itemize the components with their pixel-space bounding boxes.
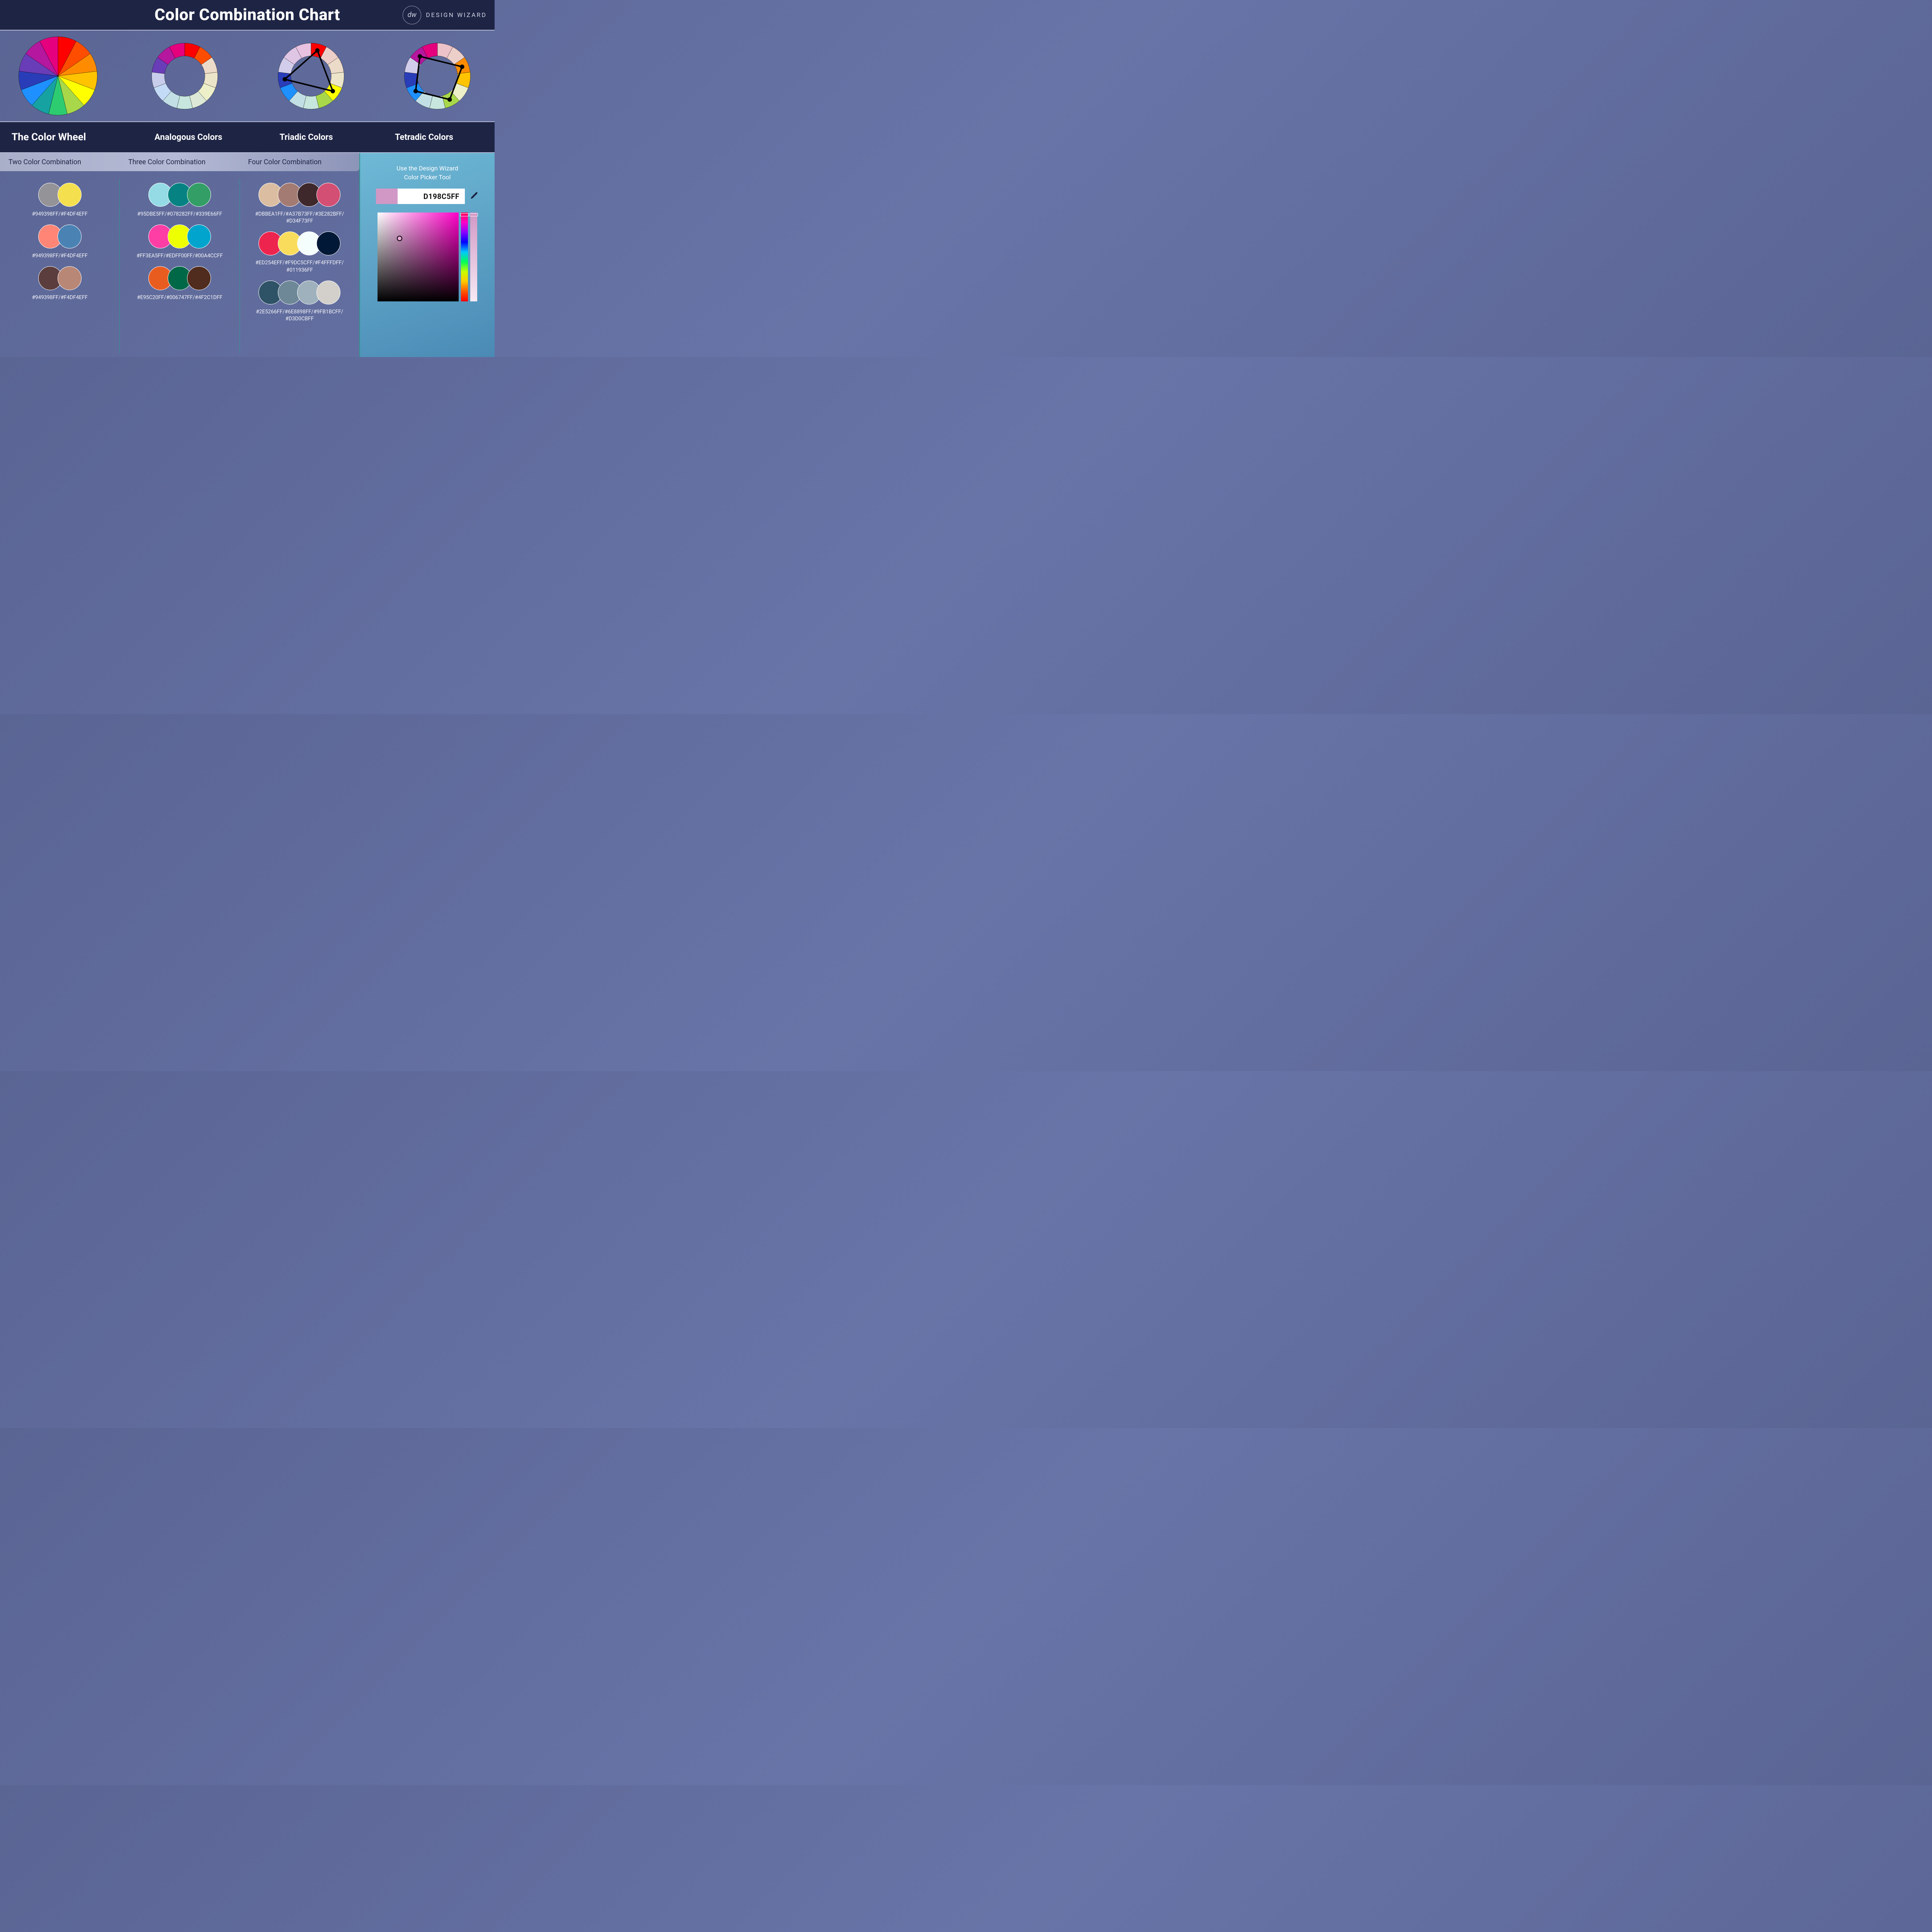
brand-logo: dw DESIGN WIZARD — [403, 6, 487, 24]
swatches — [32, 224, 88, 248]
header-bar: Color Combination Chart dw DESIGN WIZARD — [0, 0, 495, 31]
hex-label: #949398FF/#F4DF4EFF — [32, 252, 88, 259]
three-color-column: #95DBE5FF/#078282FF/#339E66FF #FF3EA5FF/#… — [120, 179, 240, 353]
tab-three-color[interactable]: Three Color Combination — [120, 158, 240, 166]
swatches — [32, 183, 88, 207]
hex-label: #949398FF/#F4DF4EFF — [32, 294, 88, 301]
color-swatch — [187, 224, 211, 248]
picker-prompt-line2: Color Picker Tool — [404, 173, 451, 181]
swatches — [32, 266, 88, 290]
combinations-panel: Two Color Combination Three Color Combin… — [0, 153, 359, 357]
swatch-group: #949398FF/#F4DF4EFF — [32, 183, 88, 218]
color-swatch — [316, 183, 340, 207]
two-color-column: #949398FF/#F4DF4EFF #949398FF/#F4DF4EFF #9… — [0, 179, 120, 353]
hex-label: #DBBEA1FF/#A37B73FF/#3E282BFF/#D34F73FF — [255, 211, 344, 224]
main-content: Two Color Combination Three Color Combin… — [0, 153, 495, 357]
picker-input[interactable]: D198C5FF — [376, 189, 465, 204]
hex-label: #FF3EA5FF/#EDFF00FF/#00A4CCFF — [136, 252, 223, 259]
hue-slider[interactable] — [461, 213, 468, 301]
swatches — [255, 183, 344, 207]
swatches — [137, 266, 222, 290]
swatches — [256, 281, 343, 304]
tab-four-color[interactable]: Four Color Combination — [240, 158, 359, 166]
color-swatch — [58, 183, 82, 207]
swatch-group: #949398FF/#F4DF4EFF — [32, 224, 88, 259]
saturation-value-box[interactable] — [378, 213, 459, 301]
analogous-wheel-icon — [148, 39, 221, 113]
color-swatch — [316, 231, 340, 255]
swatch-group: #95DBE5FF/#078282FF/#339E66FF — [137, 183, 222, 218]
color-swatch — [58, 224, 82, 248]
picker-canvas — [378, 213, 477, 301]
label-triadic: Triadic Colors — [247, 133, 365, 142]
color-swatch — [58, 266, 82, 290]
hex-label: #95DBE5FF/#078282FF/#339E66FF — [137, 211, 222, 218]
color-swatch — [187, 266, 211, 290]
swatches — [255, 231, 344, 255]
color-swatch — [316, 281, 340, 304]
tetradic-wheel — [391, 39, 483, 113]
hex-label: #2E5266FF/#6E8898FF/#9FB1BCFF/#D3D0CBFF — [256, 308, 343, 322]
brand-logo-text: DESIGN WIZARD — [426, 11, 487, 19]
swatch-group: #FF3EA5FF/#EDFF00FF/#00A4CCFF — [136, 224, 223, 259]
triadic-wheel — [265, 39, 357, 113]
label-color-wheel: The Color Wheel — [12, 131, 129, 143]
swatch-group: #2E5266FF/#6E8898FF/#9FB1BCFF/#D3D0CBFF — [256, 281, 343, 322]
hex-label: #ED254EFF/#F9DC5CFF/#F4FFFDFF/#011936FF — [255, 259, 344, 273]
combination-tabs: Two Color Combination Three Color Combin… — [0, 153, 359, 171]
eyedropper-icon[interactable] — [470, 191, 479, 202]
tab-two-color[interactable]: Two Color Combination — [0, 158, 120, 166]
picker-swatch — [376, 189, 398, 204]
swatch-group: #ED254EFF/#F9DC5CFF/#F4FFFDFF/#011936FF — [255, 231, 344, 273]
swatch-group: #DBBEA1FF/#A37B73FF/#3E282BFF/#D34F73FF — [255, 183, 344, 224]
swatches — [136, 224, 223, 248]
tint-slider[interactable] — [470, 213, 477, 301]
swatch-group: #E95C20FF/#006747FF/#4F2C1DFF — [137, 266, 222, 301]
brand-logo-circle: dw — [403, 6, 421, 24]
wheels-row — [0, 31, 495, 121]
swatch-group: #949398FF/#F4DF4EFF — [32, 266, 88, 301]
hex-label: #E95C20FF/#006747FF/#4F2C1DFF — [137, 294, 222, 301]
picker-prompt: Use the Design Wizard Color Picker Tool — [396, 164, 458, 182]
picker-hex-value: D198C5FF — [398, 192, 465, 201]
tetradic-wheel-icon — [401, 39, 474, 113]
picker-prompt-line1: Use the Design Wizard — [396, 165, 458, 172]
sv-cursor[interactable] — [397, 236, 402, 241]
color-swatch — [187, 183, 211, 207]
swatches — [137, 183, 222, 207]
four-color-column: #DBBEA1FF/#A37B73FF/#3E282BFF/#D34F73FF #… — [240, 179, 359, 353]
analogous-wheel — [139, 39, 231, 113]
color-wheel-full — [12, 34, 104, 117]
picker-input-row: D198C5FF — [369, 189, 485, 204]
color-picker-panel: Use the Design Wizard Color Picker Tool … — [359, 153, 495, 357]
combination-columns: #949398FF/#F4DF4EFF #949398FF/#F4DF4EFF #9… — [0, 171, 359, 357]
label-tetradic: Tetradic Colors — [365, 133, 483, 142]
hex-label: #949398FF/#F4DF4EFF — [32, 211, 88, 218]
triadic-wheel-icon — [274, 39, 348, 113]
color-wheel-icon — [12, 34, 104, 117]
label-analogous: Analogous Colors — [129, 133, 247, 142]
section-labels: The Color Wheel Analogous Colors Triadic… — [0, 121, 495, 153]
